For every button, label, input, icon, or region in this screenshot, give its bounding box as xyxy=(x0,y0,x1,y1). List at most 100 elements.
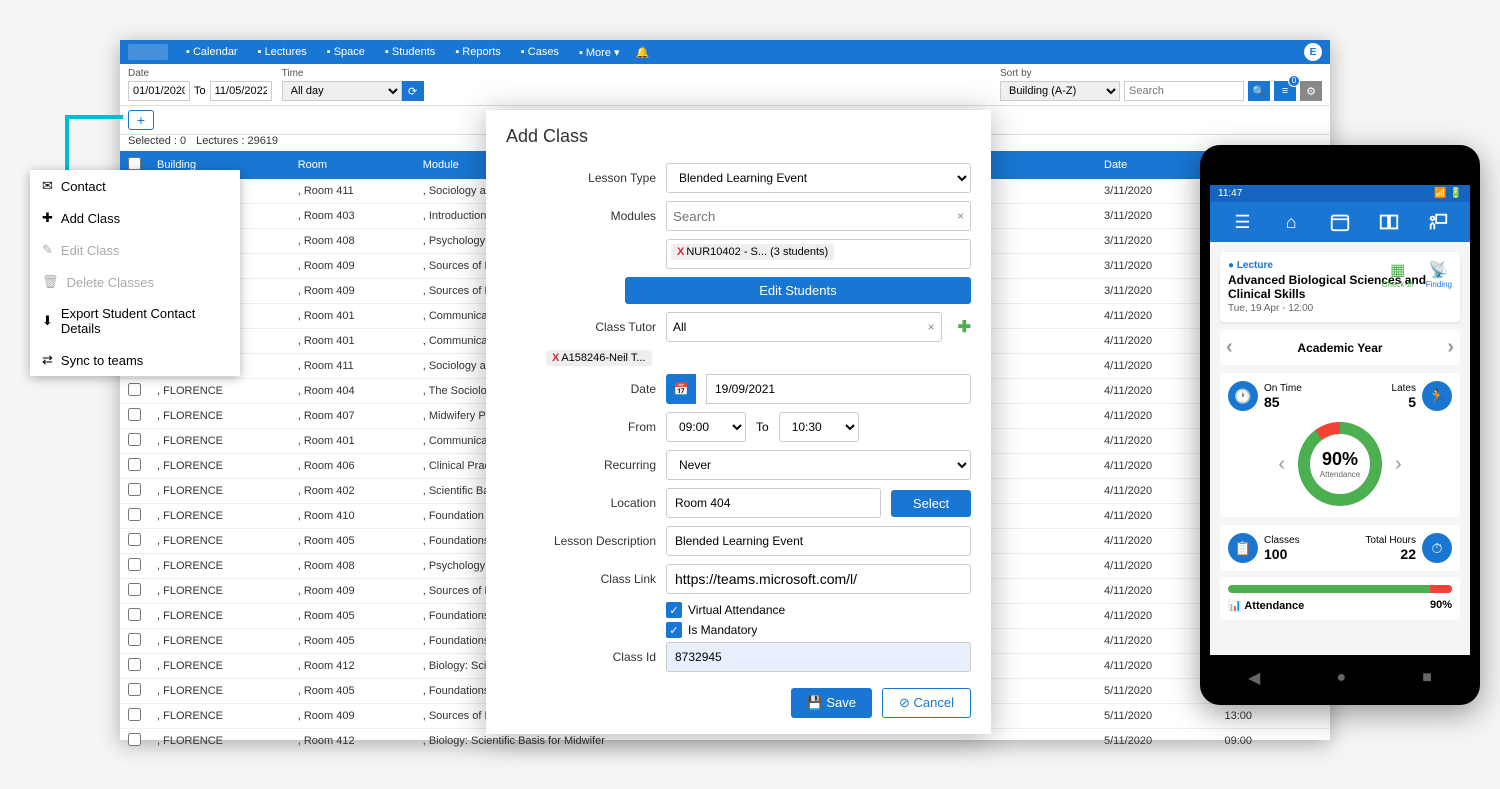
date-input[interactable] xyxy=(706,374,971,404)
row-checkbox[interactable] xyxy=(128,533,141,546)
room-cell: , Room 407 xyxy=(290,404,415,429)
topnav-item-cases[interactable]: ▪ Cases xyxy=(513,44,567,61)
next-year-icon[interactable]: › xyxy=(1447,336,1454,359)
date-cell: 4/11/2020 xyxy=(1096,329,1217,354)
date-cell: 4/11/2020 xyxy=(1096,654,1217,679)
context-sync[interactable]: ⇄Sync to teams xyxy=(30,344,240,376)
row-checkbox[interactable] xyxy=(128,633,141,646)
room-cell: , Room 409 xyxy=(290,704,415,729)
add-button[interactable]: + xyxy=(128,110,154,130)
prev-year-icon[interactable]: ‹ xyxy=(1226,336,1233,359)
date-to-input[interactable] xyxy=(210,81,272,101)
topnav-item-more[interactable]: ▪ More ▾ xyxy=(571,44,628,61)
topnav-item-lectures[interactable]: ▪ Lectures xyxy=(250,44,315,61)
context-contact[interactable]: ✉Contact xyxy=(30,170,240,202)
topnav-item-students[interactable]: ▪ Students xyxy=(377,44,443,61)
next-chart-icon[interactable]: › xyxy=(1395,453,1402,476)
refresh-button[interactable]: ⟳ xyxy=(402,81,424,101)
row-checkbox[interactable] xyxy=(128,708,141,721)
row-checkbox[interactable] xyxy=(128,683,141,696)
calendar-nav-icon[interactable] xyxy=(1325,210,1355,234)
date-from-input[interactable] xyxy=(128,81,190,101)
edit-students-button[interactable]: Edit Students xyxy=(625,277,971,304)
app-logo[interactable] xyxy=(128,44,168,60)
checkbox-checked-icon[interactable]: ✓ xyxy=(666,622,682,638)
filter-button[interactable]: ≡0 xyxy=(1274,81,1296,101)
back-icon[interactable]: ◀ xyxy=(1248,668,1260,688)
select-location-button[interactable]: Select xyxy=(891,490,971,517)
row-checkbox[interactable] xyxy=(128,583,141,596)
row-checkbox[interactable] xyxy=(128,733,141,746)
sort-select[interactable]: Building (A-Z) xyxy=(1000,81,1120,101)
remove-chip-icon[interactable]: X xyxy=(677,246,684,258)
tutor-chip[interactable]: XA158246-Neil T... xyxy=(546,350,652,366)
date-cell: 4/11/2020 xyxy=(1096,429,1217,454)
row-checkbox[interactable] xyxy=(128,608,141,621)
bell-icon[interactable]: 🔔 xyxy=(636,46,650,59)
lecture-card[interactable]: ● Lecture Advanced Biological Sciences a… xyxy=(1220,252,1460,322)
attendance-donut: 90% Attendance xyxy=(1295,419,1385,509)
link-input[interactable] xyxy=(666,564,971,594)
row-checkbox[interactable] xyxy=(128,408,141,421)
clear-icon[interactable]: × xyxy=(957,209,964,223)
to-time-select[interactable]: 10:30 xyxy=(779,412,859,442)
classid-input[interactable] xyxy=(666,642,971,672)
row-checkbox[interactable] xyxy=(128,433,141,446)
remove-tutor-icon[interactable]: X xyxy=(552,352,559,364)
row-checkbox[interactable] xyxy=(128,558,141,571)
user-avatar[interactable]: E xyxy=(1304,43,1322,61)
row-checkbox[interactable] xyxy=(128,458,141,471)
clear-tutor-icon[interactable]: × xyxy=(928,320,935,334)
menu-icon[interactable]: ☰ xyxy=(1227,210,1257,234)
topnav-item-calendar[interactable]: ▪ Calendar xyxy=(178,44,246,61)
finding-button[interactable]: 📡Finding xyxy=(1426,260,1452,289)
location-input[interactable] xyxy=(666,488,881,518)
date-label: Date xyxy=(506,382,656,396)
topnav-item-space[interactable]: ▪ Space xyxy=(319,44,373,61)
checkbox-checked-icon[interactable]: ✓ xyxy=(666,602,682,618)
time-select[interactable]: All day xyxy=(282,81,402,101)
settings-button[interactable]: ⚙ xyxy=(1300,81,1322,101)
lectures-count: Lectures : 29619 xyxy=(196,135,278,147)
tutor-value[interactable]: All xyxy=(673,320,928,334)
search-button[interactable]: 🔍 xyxy=(1248,81,1270,101)
teacher-icon[interactable] xyxy=(1423,210,1453,234)
calendar-icon[interactable]: 📅 xyxy=(666,374,696,404)
row-checkbox[interactable] xyxy=(128,383,141,396)
book-icon[interactable] xyxy=(1374,210,1404,234)
module-chip[interactable]: XNUR10402 - S... (3 students) xyxy=(671,244,834,260)
room-cell: , Room 412 xyxy=(290,729,415,752)
room-cell: , Room 406 xyxy=(290,454,415,479)
select-all-checkbox[interactable] xyxy=(128,157,141,170)
home-circle-icon[interactable]: ● xyxy=(1336,669,1346,687)
topnav-item-reports[interactable]: ▪ Reports xyxy=(447,44,508,61)
recents-icon[interactable]: ■ xyxy=(1422,669,1432,687)
prev-chart-icon[interactable]: ‹ xyxy=(1278,453,1285,476)
column-header[interactable]: Date xyxy=(1096,151,1217,179)
cancel-button[interactable]: ⊘ Cancel xyxy=(882,688,971,718)
save-icon: 💾 xyxy=(807,695,823,710)
save-button[interactable]: 💾 Save xyxy=(791,688,872,718)
checkin-button[interactable]: ▦Check-In xyxy=(1382,260,1414,289)
row-checkbox[interactable] xyxy=(128,658,141,671)
add-tutor-icon[interactable]: ✚ xyxy=(958,317,971,337)
recurring-select[interactable]: Never xyxy=(666,450,971,480)
home-icon[interactable]: ⌂ xyxy=(1276,210,1306,234)
context-edit-class: ✎Edit Class xyxy=(30,234,240,266)
date-cell: 4/11/2020 xyxy=(1096,554,1217,579)
search-input[interactable] xyxy=(1124,81,1244,101)
modules-search-input[interactable] xyxy=(673,209,957,224)
row-checkbox[interactable] xyxy=(128,483,141,496)
classes-icon: 📋 xyxy=(1228,533,1258,563)
to-time-label: To xyxy=(756,420,769,434)
selected-count: Selected : 0 xyxy=(128,135,186,147)
context-add-class[interactable]: ✚Add Class xyxy=(30,202,240,234)
mandatory-checkbox-row[interactable]: ✓ Is Mandatory xyxy=(666,622,971,638)
row-checkbox[interactable] xyxy=(128,508,141,521)
context-export[interactable]: ⬇Export Student Contact Details xyxy=(30,298,240,344)
from-time-select[interactable]: 09:00 xyxy=(666,412,746,442)
desc-input[interactable] xyxy=(666,526,971,556)
virtual-checkbox-row[interactable]: ✓ Virtual Attendance xyxy=(666,602,971,618)
lesson-type-select[interactable]: Blended Learning Event xyxy=(666,163,971,193)
column-header[interactable]: Room xyxy=(290,151,415,179)
